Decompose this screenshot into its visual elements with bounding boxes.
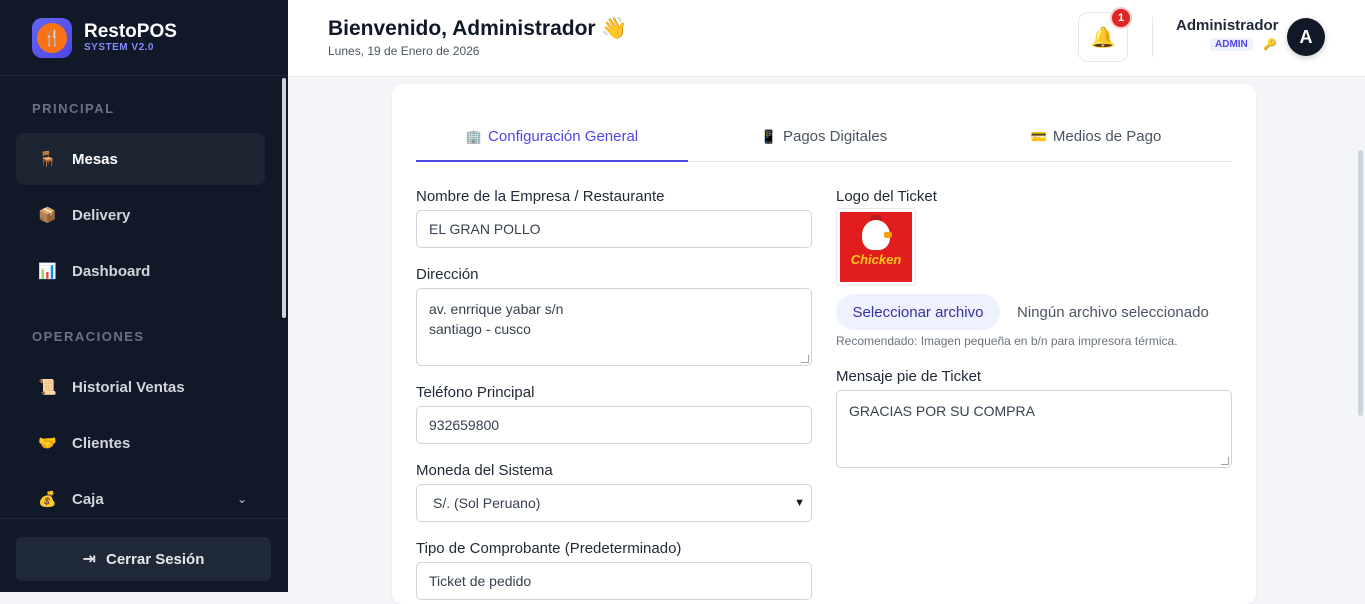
avatar[interactable]: A: [1287, 18, 1325, 56]
address-line: av. enrrique yabar s/n: [429, 301, 564, 317]
logout-icon: ⇥: [82, 551, 96, 568]
top-header: Bienvenido, Administrador 👋 Lunes, 19 de…: [288, 0, 1365, 77]
header-divider: [1152, 17, 1153, 57]
resize-handle[interactable]: [801, 355, 809, 363]
sidebar-item-dashboard[interactable]: 📊 Dashboard: [16, 245, 265, 297]
sidebar: 🍴 RestoPOS SYSTEM V2.0 PRINCIPAL 🪑 Mesas…: [0, 0, 288, 592]
sidebar-item-label: Mesas: [72, 150, 118, 168]
settings-card: 🏢 Configuración General 📱 Pagos Digitale…: [392, 84, 1256, 604]
settings-tabs: 🏢 Configuración General 📱 Pagos Digitale…: [416, 112, 1232, 162]
sidebar-item-historial-ventas[interactable]: 📜 Historial Ventas: [16, 361, 265, 413]
building-icon: 🏢: [465, 128, 483, 144]
phone-label: Teléfono Principal: [416, 384, 535, 401]
scroll-icon: 📜: [38, 379, 57, 396]
select-file-button[interactable]: Seleccionar archivo: [836, 294, 1000, 330]
footer-message-textarea[interactable]: GRACIAS POR SU COMPRA: [836, 390, 1232, 468]
handshake-icon: 🤝: [38, 435, 57, 452]
phone-input[interactable]: 932659800: [416, 406, 812, 444]
tab-label: Medios de Pago: [1052, 128, 1162, 145]
card-icon: 💳: [1030, 128, 1047, 144]
logo-text: Chicken: [850, 252, 902, 267]
role-badge: ADMIN: [1210, 38, 1253, 51]
sidebar-item-label: Historial Ventas: [72, 378, 185, 396]
company-name-input[interactable]: EL GRAN POLLO: [416, 210, 812, 248]
chart-icon: 📊: [38, 263, 57, 280]
tab-configuracion-general[interactable]: 🏢 Configuración General: [416, 112, 688, 162]
key-icon: 🔑: [1263, 39, 1277, 51]
tab-label: Configuración General: [488, 128, 639, 145]
logout-label: Cerrar Sesión: [106, 550, 205, 568]
sidebar-item-mesas[interactable]: 🪑 Mesas: [16, 133, 265, 185]
company-name-label: Nombre de la Empresa / Restaurante: [416, 188, 665, 205]
logo-hint: Recomendado: Imagen pequeña en b/n para …: [836, 334, 1178, 348]
notification-badge: 1: [1110, 7, 1132, 29]
user-name: Administrador: [1176, 17, 1279, 34]
main-scrollbar[interactable]: [1358, 150, 1363, 416]
phone-icon: 📱: [760, 128, 777, 144]
receipt-type-label: Tipo de Comprobante (Predeterminado): [416, 540, 682, 557]
sidebar-item-label: Caja: [72, 490, 104, 508]
sidebar-item-delivery[interactable]: 📦 Delivery: [16, 189, 265, 241]
tab-label: Pagos Digitales: [782, 128, 888, 145]
package-icon: 📦: [38, 207, 57, 224]
brand-name: RestoPOS: [84, 21, 177, 42]
footer-message-value: GRACIAS POR SU COMPRA: [849, 403, 1035, 419]
sidebar-item-label: Dashboard: [72, 262, 151, 280]
file-status: Ningún archivo seleccionado: [1017, 304, 1209, 321]
sidebar-item-clientes[interactable]: 🤝 Clientes: [16, 417, 265, 469]
footer-message-label: Mensaje pie de Ticket: [836, 368, 982, 385]
section-label-principal: PRINCIPAL: [32, 101, 115, 116]
brand-version: SYSTEM V2.0: [84, 42, 154, 53]
chicken-logo-image: Chicken: [840, 212, 912, 282]
chevron-down-icon: ⌄: [236, 492, 247, 506]
sidebar-item-label: Clientes: [72, 434, 131, 452]
sidebar-item-label: Delivery: [72, 206, 131, 224]
utensils-icon: 🍴: [37, 22, 67, 53]
address-textarea[interactable]: av. enrrique yabar s/n santiago - cusco: [416, 288, 812, 366]
brand[interactable]: 🍴 RestoPOS SYSTEM V2.0: [0, 0, 288, 76]
address-line: santiago - cusco: [429, 321, 531, 337]
page-title: Bienvenido, Administrador 👋: [328, 17, 628, 40]
logo-preview: Chicken: [836, 208, 916, 286]
currency-select[interactable]: S/. (Sol Peruano) ▼: [416, 484, 812, 522]
tab-pagos-digitales[interactable]: 📱 Pagos Digitales: [688, 112, 960, 161]
logo-label: Logo del Ticket: [836, 188, 937, 205]
address-label: Dirección: [416, 266, 479, 283]
current-date: Lunes, 19 de Enero de 2026: [328, 44, 480, 58]
bell-icon: 🔔: [1090, 26, 1116, 49]
money-bag-icon: 💰: [38, 491, 57, 508]
logout-button[interactable]: ⇥ Cerrar Sesión: [16, 537, 271, 581]
section-label-operaciones: OPERACIONES: [32, 329, 145, 344]
receipt-type-input[interactable]: Ticket de pedido: [416, 562, 812, 600]
currency-label: Moneda del Sistema: [416, 462, 553, 479]
sidebar-scrollbar[interactable]: [282, 78, 286, 318]
brand-logo: 🍴: [32, 17, 72, 58]
currency-value: S/. (Sol Peruano): [433, 495, 541, 511]
chair-icon: 🪑: [38, 151, 57, 168]
resize-handle[interactable]: [1221, 457, 1229, 465]
tab-medios-de-pago[interactable]: 💳 Medios de Pago: [960, 112, 1232, 161]
chevron-down-icon: ▼: [794, 497, 805, 509]
